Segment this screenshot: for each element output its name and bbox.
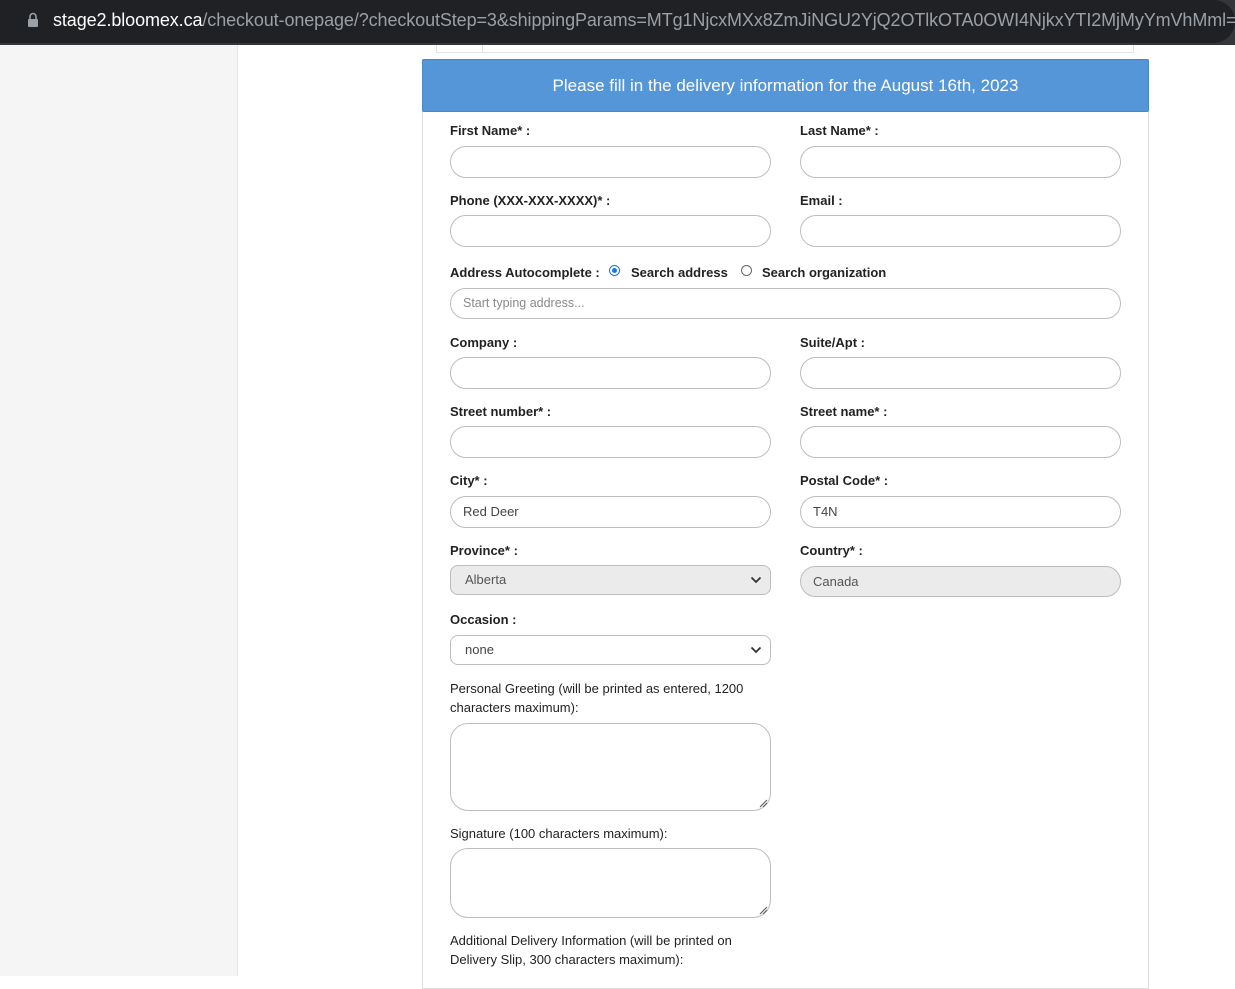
first-name-label: First Name* :: [450, 123, 531, 138]
country-label: Country* :: [800, 543, 863, 558]
address-autocomplete-label: Address Autocomplete :: [450, 265, 600, 280]
province-select[interactable]: Alberta: [450, 565, 771, 595]
street-name-label: Street name* :: [800, 404, 888, 419]
url-host: stage2.bloomex.ca: [53, 10, 203, 30]
occasion-label: Occasion :: [450, 612, 517, 627]
browser-toolbar: stage2.bloomex.ca/checkout-onepage/?chec…: [0, 0, 1235, 45]
search-organization-label[interactable]: Search organization: [762, 265, 886, 280]
city-input[interactable]: Red Deer: [450, 496, 771, 528]
search-organization-radio[interactable]: [741, 265, 752, 276]
lock-icon[interactable]: [27, 12, 39, 28]
phone-input[interactable]: [450, 215, 771, 247]
resize-grip-icon[interactable]: [758, 798, 768, 808]
greeting-textarea[interactable]: [450, 723, 771, 811]
address-search-input[interactable]: Start typing address...: [450, 288, 1121, 319]
postal-code-label: Postal Code* :: [800, 473, 889, 488]
street-number-label: Street number* :: [450, 404, 552, 419]
greeting-label: Personal Greeting (will be printed as en…: [450, 681, 744, 715]
previous-section-tab: [436, 45, 483, 53]
previous-section-edge: [436, 45, 1134, 53]
occasion-select[interactable]: none: [450, 635, 771, 665]
province-value: Alberta: [465, 572, 507, 587]
left-gutter: [0, 45, 238, 976]
signature-textarea[interactable]: [450, 848, 771, 918]
suite-input[interactable]: [800, 357, 1121, 389]
chevron-down-icon: [750, 646, 762, 654]
phone-label: Phone (XXX-XXX-XXXX)* :: [450, 193, 611, 208]
search-address-label[interactable]: Search address: [631, 265, 728, 280]
additional-info-label: Additional Delivery Information (will be…: [450, 933, 732, 967]
email-input[interactable]: [800, 215, 1121, 247]
first-name-input[interactable]: [450, 146, 771, 178]
postal-code-input[interactable]: T4N: [800, 496, 1121, 528]
last-name-input[interactable]: [800, 146, 1121, 178]
url-text[interactable]: stage2.bloomex.ca/checkout-onepage/?chec…: [53, 9, 1235, 31]
chevron-down-icon: [750, 576, 762, 584]
company-label: Company :: [450, 335, 518, 350]
city-label: City* :: [450, 473, 488, 488]
delivery-banner: Please fill in the delivery information …: [422, 59, 1149, 112]
url-path: /checkout-onepage/?checkoutStep=3&shippi…: [202, 10, 1235, 30]
email-label: Email :: [800, 193, 843, 208]
signature-label: Signature (100 characters maximum):: [450, 826, 668, 841]
suite-label: Suite/Apt :: [800, 335, 865, 350]
province-label: Province* :: [450, 543, 518, 558]
address-bar[interactable]: stage2.bloomex.ca/checkout-onepage/?chec…: [0, 0, 1235, 43]
occasion-value: none: [465, 642, 494, 657]
country-input[interactable]: Canada: [800, 566, 1121, 597]
search-address-radio[interactable]: [609, 265, 620, 276]
company-input[interactable]: [450, 357, 771, 389]
resize-grip-icon[interactable]: [758, 905, 768, 915]
last-name-label: Last Name* :: [800, 123, 879, 138]
street-number-input[interactable]: [450, 426, 771, 458]
street-name-input[interactable]: [800, 426, 1121, 458]
